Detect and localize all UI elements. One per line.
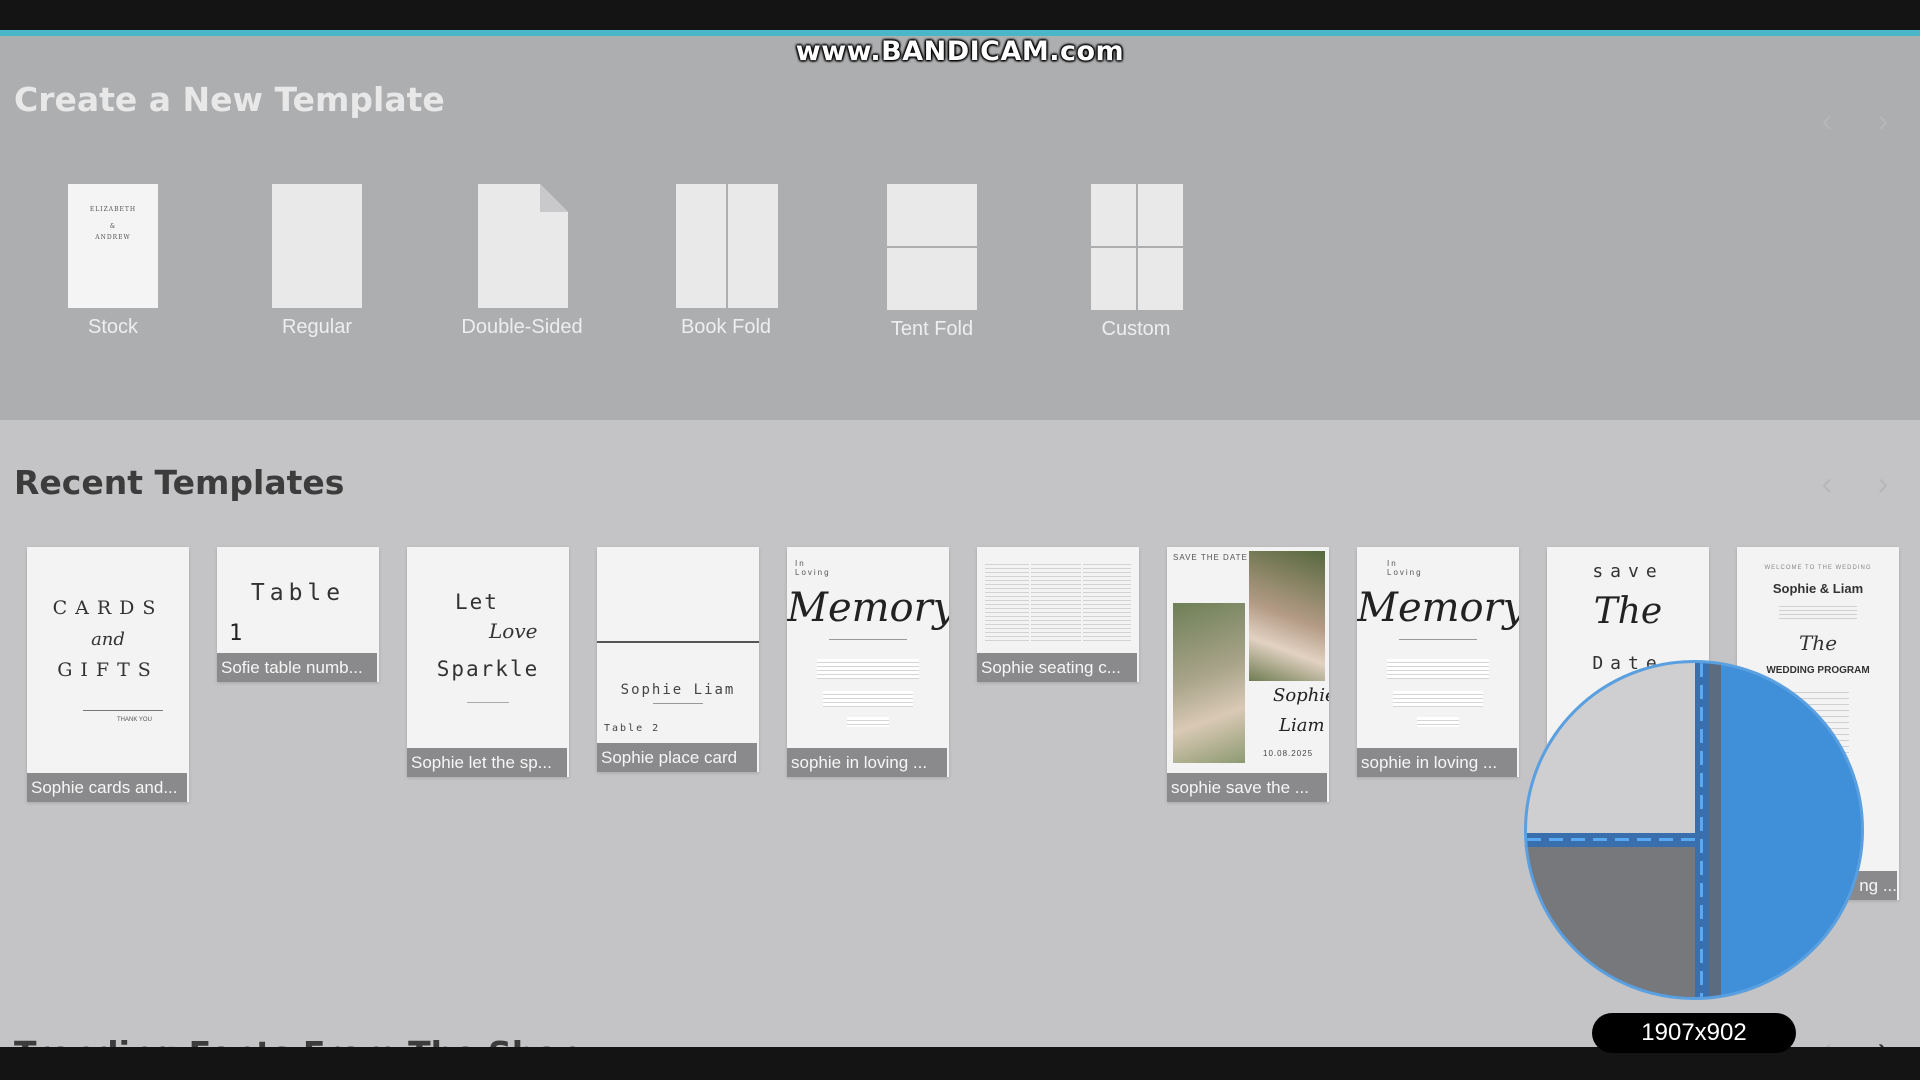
recent-section-title: Recent Templates xyxy=(14,463,345,502)
double-sided-page-icon xyxy=(478,184,568,308)
book-fold-icon xyxy=(676,184,778,308)
template-type-custom[interactable]: Custom xyxy=(1078,184,1194,354)
recent-template-card[interactable]: Sophie seating c... xyxy=(977,547,1139,682)
recorder-top-bar xyxy=(0,0,1920,30)
template-preview: In Loving Memory xyxy=(1357,547,1519,748)
template-preview: In Loving Memory xyxy=(787,547,949,748)
template-preview xyxy=(977,547,1139,653)
template-name: sophie in loving ... xyxy=(787,748,947,777)
template-type-label: Regular xyxy=(281,316,353,338)
stock-card-icon: ELIZABETH & ANDREW xyxy=(68,184,158,308)
template-name: sophie in loving ... xyxy=(1357,748,1517,777)
template-type-double-sided[interactable]: Double-Sided xyxy=(452,184,592,354)
recorder-watermark: www.BANDICAM.com xyxy=(795,36,1125,67)
recent-prev-arrow-icon[interactable]: ‹ xyxy=(1812,463,1842,503)
template-type-label: Stock xyxy=(87,316,139,338)
magnifier-loupe xyxy=(1524,660,1864,1000)
recent-template-card[interactable]: SAVE THE DATE Sophie Liam 10.08.2025 sop… xyxy=(1167,547,1329,802)
recent-next-arrow-icon[interactable]: › xyxy=(1868,463,1898,503)
template-type-regular[interactable]: Regular xyxy=(262,184,372,354)
template-preview: Let Love Sparkle xyxy=(407,547,569,748)
recent-template-card[interactable]: CARDS and GIFTS THANK YOU Sophie cards a… xyxy=(27,547,189,802)
create-section-title: Create a New Template xyxy=(14,80,445,119)
tent-fold-icon xyxy=(887,184,977,310)
template-type-label: Book Fold xyxy=(680,316,772,338)
template-name: Sophie cards and... xyxy=(27,773,187,802)
template-name: Sophie let the sp... xyxy=(407,748,567,777)
template-name: Sophie place card xyxy=(597,743,757,772)
create-prev-arrow-icon[interactable]: ‹ xyxy=(1812,100,1842,140)
template-type-label: Custom xyxy=(1101,318,1171,340)
template-type-tent-fold[interactable]: Tent Fold xyxy=(874,184,990,354)
template-name: Sophie seating c... xyxy=(977,653,1137,682)
template-name: Sofie table numb... xyxy=(217,653,377,682)
recent-template-card[interactable]: Let Love Sparkle Sophie let the sp... xyxy=(407,547,569,777)
template-preview: SAVE THE DATE Sophie Liam 10.08.2025 xyxy=(1167,547,1329,773)
regular-page-icon xyxy=(272,184,362,308)
template-name: sophie save the ... xyxy=(1167,773,1327,802)
recent-template-card[interactable]: In Loving Memory sophie in loving ... xyxy=(787,547,949,777)
stock-preview-line-1: ELIZABETH xyxy=(89,206,137,213)
template-preview: Table 1 xyxy=(229,580,346,646)
create-template-section: Create a New Template ‹ › ELIZABETH & AN… xyxy=(0,36,1920,420)
stock-preview-line-2: & xyxy=(109,223,117,230)
template-type-stock[interactable]: ELIZABETH & ANDREW Stock xyxy=(58,184,168,354)
template-preview: CARDS and GIFTS THANK YOU xyxy=(52,597,164,723)
recent-template-card[interactable]: Table 1 Sofie table numb... xyxy=(217,547,379,682)
recent-template-card[interactable]: Sophie Liam Table 2 Sophie place card xyxy=(597,547,759,772)
stock-preview-line-3: ANDREW xyxy=(95,234,131,241)
create-next-arrow-icon[interactable]: › xyxy=(1868,100,1898,140)
custom-grid-icon xyxy=(1091,184,1183,310)
recent-template-card[interactable]: In Loving Memory sophie in loving ... xyxy=(1357,547,1519,777)
template-type-label: Tent Fold xyxy=(890,318,974,340)
template-type-book-fold[interactable]: Book Fold xyxy=(666,184,786,354)
selection-dimensions-badge: 1907x902 xyxy=(1592,1013,1796,1053)
template-preview: Sophie Liam Table 2 xyxy=(597,547,759,743)
template-type-label: Double-Sided xyxy=(461,316,583,338)
